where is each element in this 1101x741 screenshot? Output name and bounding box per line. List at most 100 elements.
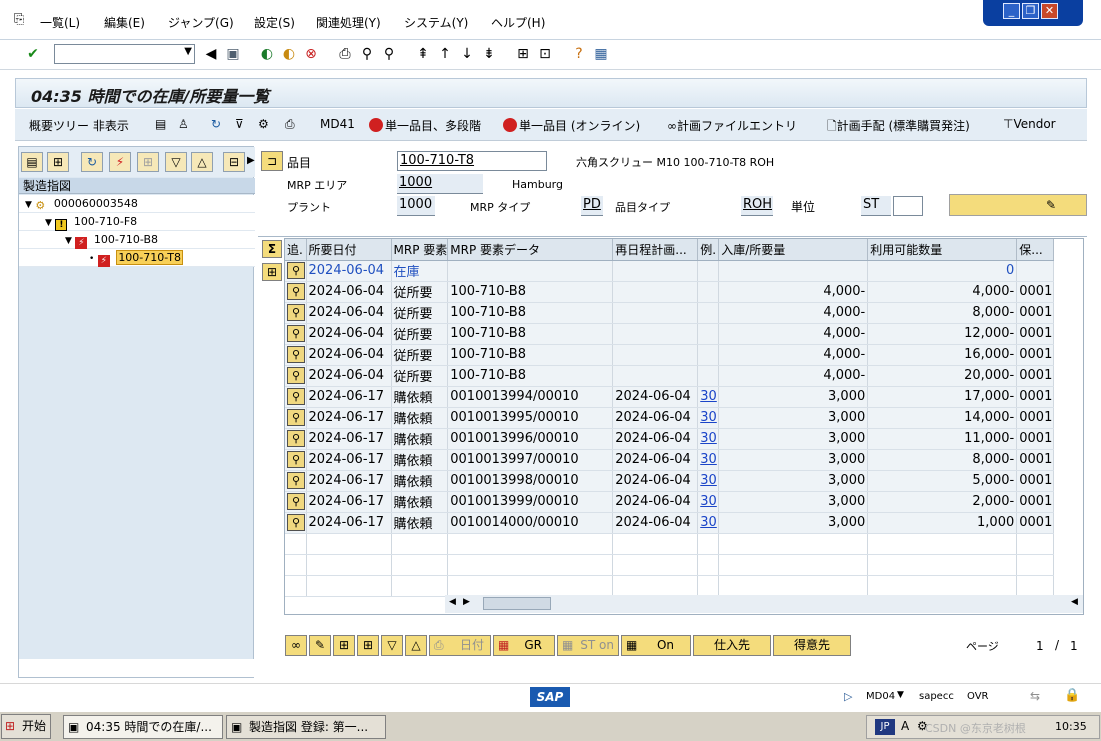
st-on-button[interactable]: ▦ ST on: [557, 635, 619, 656]
detail-cell[interactable]: ⚲: [285, 281, 307, 303]
table-row[interactable]: ⚲ 2024-06-04 従所要 100-710-B8 4,000- 8,000- 0001: [285, 302, 1055, 324]
detail-view-icon[interactable]: ⚲: [287, 430, 305, 447]
tree-node-order[interactable]: ▼ ⚙ 000060003548: [19, 195, 255, 213]
sum-icon[interactable]: Σ: [262, 240, 282, 258]
exception-cell[interactable]: [697, 260, 720, 282]
settings-icon[interactable]: ⚙: [258, 117, 269, 131]
single-online-button[interactable]: 単一品目 (オンライン): [503, 117, 640, 134]
next-page-icon[interactable]: ↓: [458, 45, 476, 63]
table-row[interactable]: ⚲ 2024-06-04 在庫 0: [285, 260, 1055, 282]
print-icon[interactable]: ⎙: [336, 45, 354, 63]
find-next-icon[interactable]: ⚲: [380, 45, 398, 63]
exception-cell[interactable]: [697, 323, 720, 345]
detail-view-icon[interactable]: ⚲: [287, 262, 305, 279]
tree-more-icon[interactable]: ⊟: [223, 152, 245, 172]
input-mode[interactable]: OVR: [967, 691, 988, 702]
date-button[interactable]: ⎙ 日付: [429, 635, 491, 656]
detail-view-icon[interactable]: ⚲: [287, 409, 305, 426]
save-icon[interactable]: ▣: [224, 45, 242, 63]
detail-cell[interactable]: ⚲: [285, 491, 307, 513]
ime-icon[interactable]: A: [901, 719, 909, 733]
detail-cell[interactable]: ⚲: [285, 512, 307, 534]
detail-view-icon[interactable]: ⚲: [287, 472, 305, 489]
first-page-icon[interactable]: ⇞: [414, 45, 432, 63]
sort-up-button[interactable]: △: [405, 635, 427, 656]
detail-view-icon[interactable]: ⚲: [287, 304, 305, 321]
col-header-available[interactable]: 利用可能数量: [867, 239, 1018, 261]
tree-node-t8[interactable]: • ⚡ 100-710-T8: [19, 249, 255, 267]
vendor-filter-button[interactable]: 仕入先: [693, 635, 771, 656]
detail-cell[interactable]: ⚲: [285, 407, 307, 429]
collapse-icon[interactable]: ▼: [65, 236, 72, 246]
detail-view-icon[interactable]: ⚲: [287, 325, 305, 342]
exception-cell[interactable]: 30: [697, 386, 720, 408]
layout-menu-icon[interactable]: ▦: [592, 45, 610, 63]
edit-header-button[interactable]: ✎: [949, 194, 1087, 216]
refresh-icon[interactable]: ↻: [211, 117, 221, 131]
tree-refresh-icon[interactable]: ↻: [81, 152, 103, 172]
detail-view-icon[interactable]: ⚲: [287, 283, 305, 300]
detail-view-icon[interactable]: ⚲: [287, 451, 305, 468]
detail-cell[interactable]: ⚲: [285, 302, 307, 324]
table-row[interactable]: ⚲ 2024-06-17 購依頼 0010013995/00010 2024-06-04…: [285, 407, 1055, 429]
exception-cell[interactable]: [697, 365, 720, 387]
plan-proc-button[interactable]: 🗋計画手配 (標準購買発注): [827, 117, 970, 138]
new-session-icon[interactable]: ⊞: [514, 45, 532, 63]
menu-system[interactable]: システム(Y): [404, 14, 468, 31]
exception-cell[interactable]: 30: [697, 407, 720, 429]
menu-environment[interactable]: 関連処理(Y): [316, 14, 381, 31]
header-toggle-icon[interactable]: ⊐: [261, 151, 283, 171]
detail-cell[interactable]: ⚲: [285, 386, 307, 408]
glasses-button[interactable]: ∞: [285, 635, 307, 656]
person-icon[interactable]: ♙: [178, 117, 189, 131]
command-field[interactable]: ▼: [54, 44, 195, 64]
table-row[interactable]: ⚲ 2024-06-17 購依頼 0010013996/00010 2024-06-04…: [285, 428, 1055, 450]
detail-cell[interactable]: ⚲: [285, 470, 307, 492]
minimize-icon[interactable]: _: [1003, 3, 1020, 19]
enter-check-icon[interactable]: ✔: [24, 45, 42, 63]
filter-icon[interactable]: ⊽: [235, 117, 244, 131]
collapse-icon[interactable]: ▼: [45, 218, 52, 228]
table-row[interactable]: ⚲ 2024-06-04 従所要 100-710-B8 4,000- 20,000- 000…: [285, 365, 1055, 387]
table-row[interactable]: ⚲ 2024-06-04 従所要 100-710-B8 4,000- 4,000- 0001: [285, 281, 1055, 303]
detail-cell[interactable]: ⚲: [285, 260, 307, 282]
back-triangle-icon[interactable]: ◀: [202, 45, 220, 63]
sort-down-button[interactable]: ▽: [381, 635, 403, 656]
hide-tree-button[interactable]: 概要ツリー 非表示: [29, 117, 129, 134]
exception-cell[interactable]: [697, 344, 720, 366]
detail-view-icon[interactable]: ⚲: [287, 514, 305, 531]
hierarchy-button[interactable]: ⊞: [333, 635, 355, 656]
table-icon[interactable]: ▤: [155, 117, 166, 131]
detail-view-icon[interactable]: ⚲: [287, 388, 305, 405]
exception-cell[interactable]: 30: [697, 449, 720, 471]
taskbar-item-order[interactable]: ▣ 製造指図 登録: 第一...: [226, 715, 386, 739]
layout-icon[interactable]: ⊞: [262, 263, 282, 281]
exception-cell[interactable]: [697, 302, 720, 324]
last-page-icon[interactable]: ⇟: [480, 45, 498, 63]
table-row[interactable]: ⚲ 2024-06-17 購依頼 0010013997/00010 2024-06-04…: [285, 449, 1055, 471]
horizontal-scrollbar[interactable]: ◀ ▶ ◀: [445, 595, 1083, 613]
scroll-thumb[interactable]: [483, 597, 551, 610]
exception-cell[interactable]: [697, 281, 720, 303]
menu-help[interactable]: ヘルプ(H): [491, 14, 545, 31]
table-row[interactable]: ⚲ 2024-06-17 購依頼 0010013999/00010 2024-06-04…: [285, 491, 1055, 513]
col-header-mrp-element[interactable]: MRP 要素: [391, 239, 449, 261]
tree-exception-icon[interactable]: ⚡: [109, 152, 131, 172]
detail-view-icon[interactable]: ⚲: [287, 367, 305, 384]
md41-button[interactable]: MD41: [320, 117, 355, 131]
print-list-icon[interactable]: ⎙: [285, 117, 295, 132]
hierarchy2-button[interactable]: ⊞: [357, 635, 379, 656]
detail-cell[interactable]: ⚲: [285, 449, 307, 471]
exception-cell[interactable]: 30: [697, 470, 720, 492]
menu-icon[interactable]: ⎘: [14, 12, 24, 27]
tree-node-f8[interactable]: ▼ ! 100-710-F8: [19, 213, 255, 231]
on-button[interactable]: ▦ On: [621, 635, 691, 656]
detail-view-icon[interactable]: ⚲: [287, 346, 305, 363]
collapse-all-icon[interactable]: △: [191, 152, 213, 172]
table-row[interactable]: ⚲ 2024-06-04 従所要 100-710-B8 4,000- 12,000- 000…: [285, 323, 1055, 345]
collapse-icon[interactable]: ▼: [25, 200, 32, 210]
single-multi-button[interactable]: 単一品目、多段階: [369, 117, 481, 134]
detail-cell[interactable]: ⚲: [285, 323, 307, 345]
col-header-detail[interactable]: 追.: [285, 239, 307, 261]
scroll-end-icon[interactable]: ◀: [1071, 597, 1078, 607]
